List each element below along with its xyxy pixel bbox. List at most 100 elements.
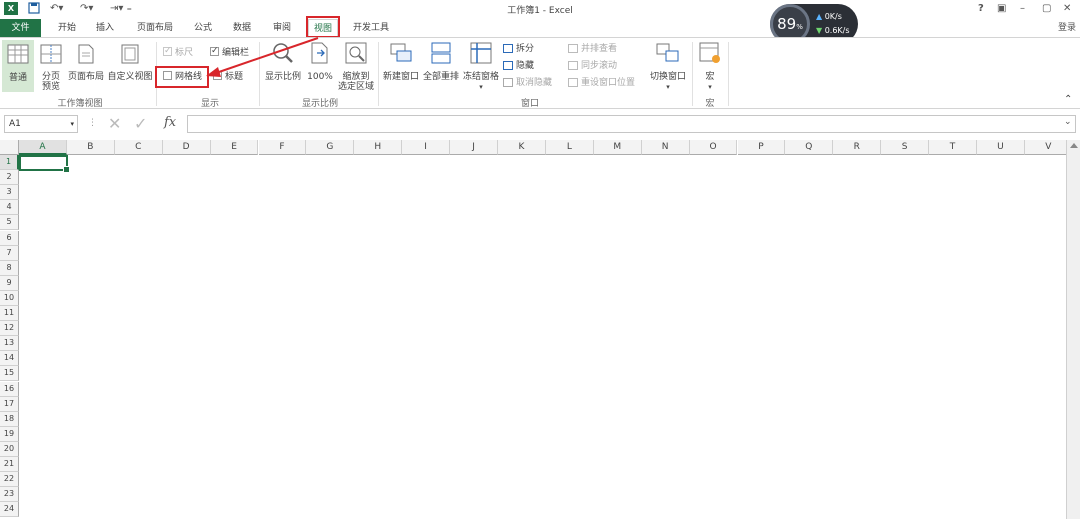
column-header[interactable]: O bbox=[689, 140, 738, 155]
new-window-button[interactable]: 新建窗口 bbox=[381, 42, 421, 82]
split-button[interactable]: 拆分 bbox=[503, 43, 534, 55]
row-header[interactable]: 10 bbox=[0, 290, 19, 306]
side-by-side-icon bbox=[568, 44, 578, 53]
tab-insert[interactable]: 插入 bbox=[88, 19, 122, 37]
minimize-button[interactable]: – bbox=[1020, 2, 1025, 16]
column-header[interactable]: N bbox=[641, 140, 690, 155]
zoom-selection-label-1: 缩放到 bbox=[342, 72, 370, 82]
column-header[interactable]: C bbox=[114, 140, 163, 155]
row-header[interactable]: 1 bbox=[0, 155, 19, 170]
help-button[interactable]: ? bbox=[978, 2, 984, 16]
column-header[interactable]: P bbox=[737, 140, 786, 155]
column-header[interactable]: S bbox=[881, 140, 930, 155]
column-header[interactable]: A bbox=[19, 140, 67, 155]
ribbon-display-button[interactable]: ▣ bbox=[997, 2, 1006, 16]
arrange-all-button[interactable]: 全部重排 bbox=[421, 42, 461, 82]
custom-views-button[interactable]: 自定义视图 bbox=[106, 44, 154, 82]
tab-page-layout[interactable]: 页面布局 bbox=[130, 19, 180, 37]
macros-button[interactable]: 宏 ▾ bbox=[696, 42, 724, 92]
insert-function-icon[interactable]: fx bbox=[164, 115, 176, 130]
name-box-dropdown-icon[interactable]: ▾ bbox=[70, 116, 74, 132]
tab-file[interactable]: 文件 bbox=[0, 19, 41, 37]
row-header[interactable]: 19 bbox=[0, 426, 19, 442]
select-all-button[interactable] bbox=[0, 140, 19, 155]
ruler-checkbox[interactable]: 标尺 bbox=[163, 45, 193, 59]
column-header[interactable]: Q bbox=[785, 140, 834, 155]
column-header[interactable]: G bbox=[306, 140, 355, 155]
row-header[interactable]: 8 bbox=[0, 260, 19, 276]
separator bbox=[378, 42, 379, 106]
row-header[interactable]: 6 bbox=[0, 230, 19, 246]
row-header[interactable]: 17 bbox=[0, 396, 19, 412]
switch-windows-label: 切换窗口 bbox=[649, 72, 686, 82]
tab-home[interactable]: 开始 bbox=[50, 19, 84, 37]
unhide-button[interactable]: 取消隐藏 bbox=[503, 77, 552, 89]
scroll-up-icon[interactable] bbox=[1070, 143, 1078, 148]
row-header[interactable]: 14 bbox=[0, 351, 19, 367]
tab-review[interactable]: 审阅 bbox=[266, 19, 298, 37]
enter-icon[interactable]: ✓ bbox=[134, 114, 147, 133]
row-header[interactable]: 11 bbox=[0, 306, 19, 321]
column-header[interactable]: B bbox=[66, 140, 115, 155]
row-header[interactable]: 7 bbox=[0, 245, 19, 261]
custom-views-icon bbox=[121, 44, 139, 64]
zoom-selection-label-2: 选定区域 bbox=[337, 82, 374, 92]
row-header[interactable]: 3 bbox=[0, 185, 19, 201]
zoom-to-selection-button[interactable]: 缩放到 选定区域 bbox=[336, 42, 376, 92]
column-header[interactable]: H bbox=[354, 140, 403, 155]
tab-formulas[interactable]: 公式 bbox=[188, 19, 218, 37]
column-header[interactable]: R bbox=[833, 140, 882, 155]
row-header[interactable]: 2 bbox=[0, 170, 19, 186]
column-header[interactable]: L bbox=[545, 140, 594, 155]
unhide-icon bbox=[503, 78, 513, 87]
normal-view-button[interactable]: 普通 bbox=[2, 40, 34, 92]
row-header[interactable]: 13 bbox=[0, 336, 19, 352]
column-header[interactable]: U bbox=[977, 140, 1025, 155]
row-header[interactable]: 12 bbox=[0, 321, 19, 337]
column-header[interactable]: K bbox=[498, 140, 546, 155]
cancel-icon[interactable]: ✕ bbox=[108, 114, 121, 133]
column-header[interactable]: E bbox=[210, 140, 259, 155]
row-header[interactable]: 9 bbox=[0, 275, 19, 291]
freeze-dropdown-icon: ▾ bbox=[479, 83, 483, 91]
row-header[interactable]: 23 bbox=[0, 487, 19, 503]
row-header[interactable]: 18 bbox=[0, 411, 19, 427]
expand-formula-icon[interactable]: ⌄ bbox=[1064, 117, 1072, 127]
reset-position-button[interactable]: 重设窗口位置 bbox=[568, 77, 635, 89]
page-break-preview-button[interactable]: 分页 预览 bbox=[36, 44, 66, 92]
row-header[interactable]: 20 bbox=[0, 441, 19, 457]
switch-windows-button[interactable]: 切换窗口 ▾ bbox=[646, 42, 690, 92]
restore-button[interactable]: ▢ bbox=[1042, 2, 1051, 16]
tab-data[interactable]: 数据 bbox=[226, 19, 258, 37]
close-button[interactable]: ✕ bbox=[1063, 2, 1071, 16]
row-header[interactable]: 5 bbox=[0, 215, 19, 231]
row-header[interactable]: 15 bbox=[0, 366, 19, 382]
page-layout-view-button[interactable]: 页面布局 bbox=[66, 44, 106, 82]
row-header[interactable]: 24 bbox=[0, 502, 19, 518]
column-header[interactable]: T bbox=[929, 140, 977, 155]
sync-scroll-button[interactable]: 同步滚动 bbox=[568, 60, 617, 72]
freeze-panes-button[interactable]: 冻结窗格 ▾ bbox=[461, 42, 501, 92]
vertical-scrollbar[interactable] bbox=[1066, 140, 1080, 519]
tab-developer[interactable]: 开发工具 bbox=[346, 19, 396, 37]
collapse-ribbon-icon[interactable]: ⌃ bbox=[1064, 94, 1072, 106]
formula-input[interactable] bbox=[187, 115, 1076, 133]
row-header[interactable]: 4 bbox=[0, 200, 19, 216]
row-header[interactable]: 22 bbox=[0, 472, 19, 488]
row-header[interactable]: 21 bbox=[0, 457, 19, 472]
login-link[interactable]: 登录 bbox=[1058, 21, 1076, 35]
worksheet-grid[interactable]: ABCDEFGHIJKLMNOPQRSTUV 1 2 3 4 5 6 7 8 9 10 11 12 13… bbox=[0, 140, 1080, 519]
formula-bar-grip-icon: ⋮ bbox=[88, 118, 97, 128]
hide-button[interactable]: 隐藏 bbox=[503, 60, 534, 72]
active-cell-a1[interactable] bbox=[19, 155, 70, 173]
upload-speed: ▲ 0K/s bbox=[816, 12, 842, 21]
side-by-side-button[interactable]: 并排查看 bbox=[568, 43, 617, 55]
name-box[interactable]: A1 ▾ bbox=[4, 115, 78, 133]
custom-views-label: 自定义视图 bbox=[107, 72, 153, 82]
column-header[interactable]: M bbox=[593, 140, 642, 155]
row-header[interactable]: 16 bbox=[0, 381, 19, 397]
column-header[interactable]: J bbox=[450, 140, 498, 155]
column-header[interactable]: D bbox=[162, 140, 211, 155]
column-header[interactable]: I bbox=[402, 140, 451, 155]
column-header[interactable]: F bbox=[258, 140, 307, 155]
